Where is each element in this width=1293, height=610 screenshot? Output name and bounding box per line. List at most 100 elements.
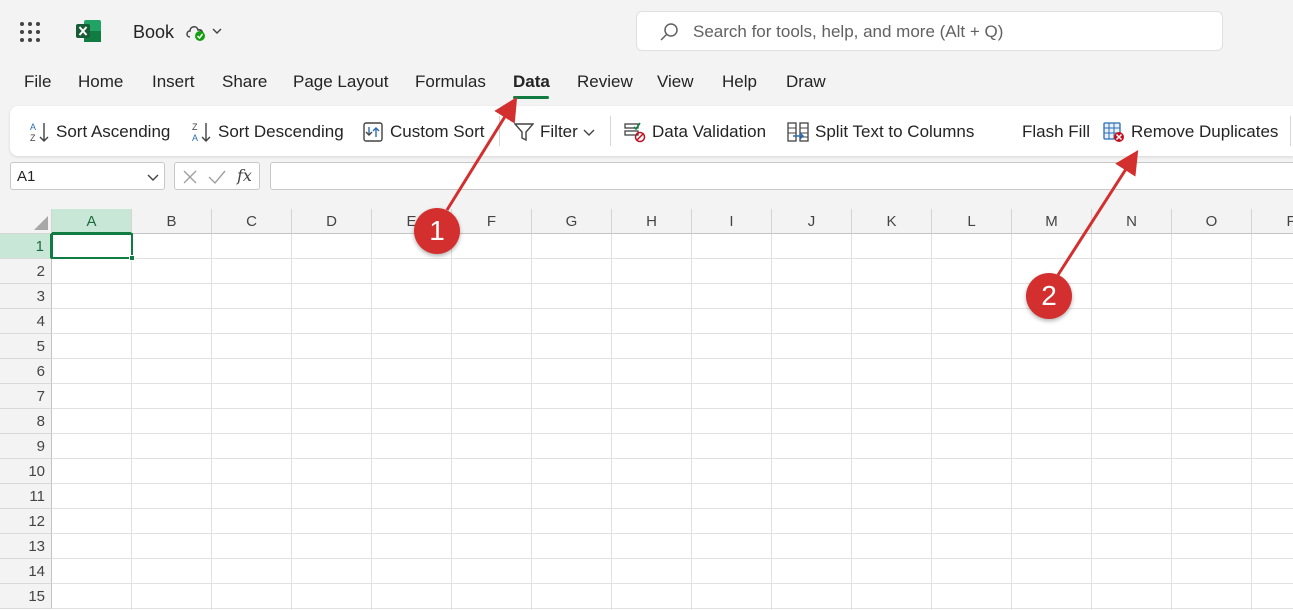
- column-header-c[interactable]: C: [212, 209, 292, 234]
- search-placeholder: Search for tools, help, and more (Alt + …: [693, 22, 1004, 41]
- column-header-d[interactable]: D: [292, 209, 372, 234]
- grid-row-line: [52, 408, 1293, 409]
- row-header-13[interactable]: 13: [0, 534, 52, 559]
- tab-data[interactable]: Data: [513, 72, 550, 92]
- column-header-a[interactable]: A: [52, 209, 132, 234]
- tab-home[interactable]: Home: [78, 72, 123, 92]
- active-tab-indicator: [513, 96, 549, 99]
- workbook-title[interactable]: Book: [133, 22, 174, 43]
- grid-column-line: [691, 234, 692, 610]
- svg-text:A: A: [192, 133, 198, 143]
- row-header-15[interactable]: 15: [0, 584, 52, 609]
- sort-descending-button[interactable]: Z A Sort Descending: [192, 121, 344, 143]
- tab-insert[interactable]: Insert: [152, 72, 195, 92]
- column-header-l[interactable]: L: [932, 209, 1012, 234]
- row-header-9[interactable]: 9: [0, 434, 52, 459]
- confirm-icon[interactable]: [207, 168, 227, 186]
- insert-function-icon[interactable]: fx: [237, 166, 252, 185]
- select-all-corner[interactable]: [0, 209, 52, 234]
- custom-sort-icon: [363, 122, 383, 142]
- tab-draw[interactable]: Draw: [786, 72, 826, 92]
- column-header-p[interactable]: P: [1252, 209, 1293, 234]
- sort-ascending-button[interactable]: A Z Sort Ascending: [30, 121, 170, 143]
- chevron-down-icon[interactable]: [210, 24, 224, 38]
- row-header-4[interactable]: 4: [0, 309, 52, 334]
- name-box[interactable]: A1: [10, 162, 165, 190]
- grid-column-line: [1091, 234, 1092, 610]
- flash-fill-button[interactable]: Flash Fill: [1022, 121, 1090, 143]
- grid-column-line: [771, 234, 772, 610]
- column-header-m[interactable]: M: [1012, 209, 1092, 234]
- active-cell-a1[interactable]: [51, 233, 133, 259]
- ribbon-separator: [499, 116, 500, 146]
- tab-review[interactable]: Review: [577, 72, 633, 92]
- column-header-i[interactable]: I: [692, 209, 772, 234]
- ribbon-separator: [1290, 116, 1291, 146]
- grid-row-line: [52, 358, 1293, 359]
- cloud-saved-icon[interactable]: [184, 22, 208, 42]
- title-bar: Book Search for tools, help, and more (A…: [0, 0, 1293, 62]
- row-header-5[interactable]: 5: [0, 334, 52, 359]
- tab-view[interactable]: View: [657, 72, 694, 92]
- grid-row-line: [52, 333, 1293, 334]
- grid-column-line: [1171, 234, 1172, 610]
- column-header-j[interactable]: J: [772, 209, 852, 234]
- tab-help[interactable]: Help: [722, 72, 757, 92]
- fill-handle[interactable]: [129, 255, 135, 261]
- chevron-down-icon[interactable]: [146, 170, 160, 184]
- grid-row-line: [52, 558, 1293, 559]
- filter-label: Filter: [540, 122, 578, 141]
- tab-share[interactable]: Share: [222, 72, 267, 92]
- grid-row-line: [52, 458, 1293, 459]
- row-header-12[interactable]: 12: [0, 509, 52, 534]
- grid-column-line: [1251, 234, 1252, 610]
- row-header-8[interactable]: 8: [0, 409, 52, 434]
- svg-text:Z: Z: [192, 122, 198, 132]
- grid-row-line: [52, 258, 1293, 259]
- column-header-b[interactable]: B: [132, 209, 212, 234]
- worksheet-grid[interactable]: [0, 209, 1293, 610]
- column-header-n[interactable]: N: [1092, 209, 1172, 234]
- column-header-h[interactable]: H: [612, 209, 692, 234]
- custom-sort-button[interactable]: Custom Sort: [362, 121, 484, 143]
- grid-column-line: [211, 234, 212, 610]
- excel-logo-icon: [76, 20, 101, 42]
- column-header-k[interactable]: K: [852, 209, 932, 234]
- row-header-14[interactable]: 14: [0, 559, 52, 584]
- annotation-badge-1: 1: [414, 208, 460, 254]
- grid-column-line: [291, 234, 292, 610]
- row-header-6[interactable]: 6: [0, 359, 52, 384]
- column-header-f[interactable]: F: [452, 209, 532, 234]
- split-text-to-columns-button[interactable]: Split Text to Columns: [787, 121, 974, 143]
- app-launcher-icon[interactable]: [20, 22, 40, 42]
- filter-chevron-icon: [583, 129, 595, 136]
- remove-duplicates-label: Remove Duplicates: [1131, 122, 1279, 141]
- grid-column-line: [371, 234, 372, 610]
- sort-descending-icon: Z A: [192, 122, 211, 143]
- row-header-1[interactable]: 1: [0, 234, 52, 259]
- remove-duplicates-icon: [1103, 122, 1124, 142]
- cancel-icon[interactable]: [181, 168, 199, 186]
- row-header-11[interactable]: 11: [0, 484, 52, 509]
- filter-button[interactable]: Filter: [514, 121, 596, 143]
- tab-formulas[interactable]: Formulas: [415, 72, 486, 92]
- sort-descending-label: Sort Descending: [218, 122, 344, 141]
- row-header-2[interactable]: 2: [0, 259, 52, 284]
- row-header-3[interactable]: 3: [0, 284, 52, 309]
- annotation-badge-2: 2: [1026, 273, 1072, 319]
- search-box[interactable]: Search for tools, help, and more (Alt + …: [636, 11, 1223, 51]
- column-header-o[interactable]: O: [1172, 209, 1252, 234]
- grid-row-line: [52, 383, 1293, 384]
- data-validation-button[interactable]: Data Validation: [624, 121, 766, 143]
- row-header-10[interactable]: 10: [0, 459, 52, 484]
- name-box-value: A1: [17, 168, 36, 185]
- row-header-7[interactable]: 7: [0, 384, 52, 409]
- ribbon-separator: [610, 116, 611, 146]
- tab-file[interactable]: File: [24, 72, 51, 92]
- grid-row-line: [52, 583, 1293, 584]
- svg-text:Z: Z: [30, 133, 36, 143]
- remove-duplicates-button[interactable]: Remove Duplicates: [1103, 121, 1278, 143]
- column-header-g[interactable]: G: [532, 209, 612, 234]
- formula-input[interactable]: [270, 162, 1293, 190]
- tab-page-layout[interactable]: Page Layout: [293, 72, 388, 92]
